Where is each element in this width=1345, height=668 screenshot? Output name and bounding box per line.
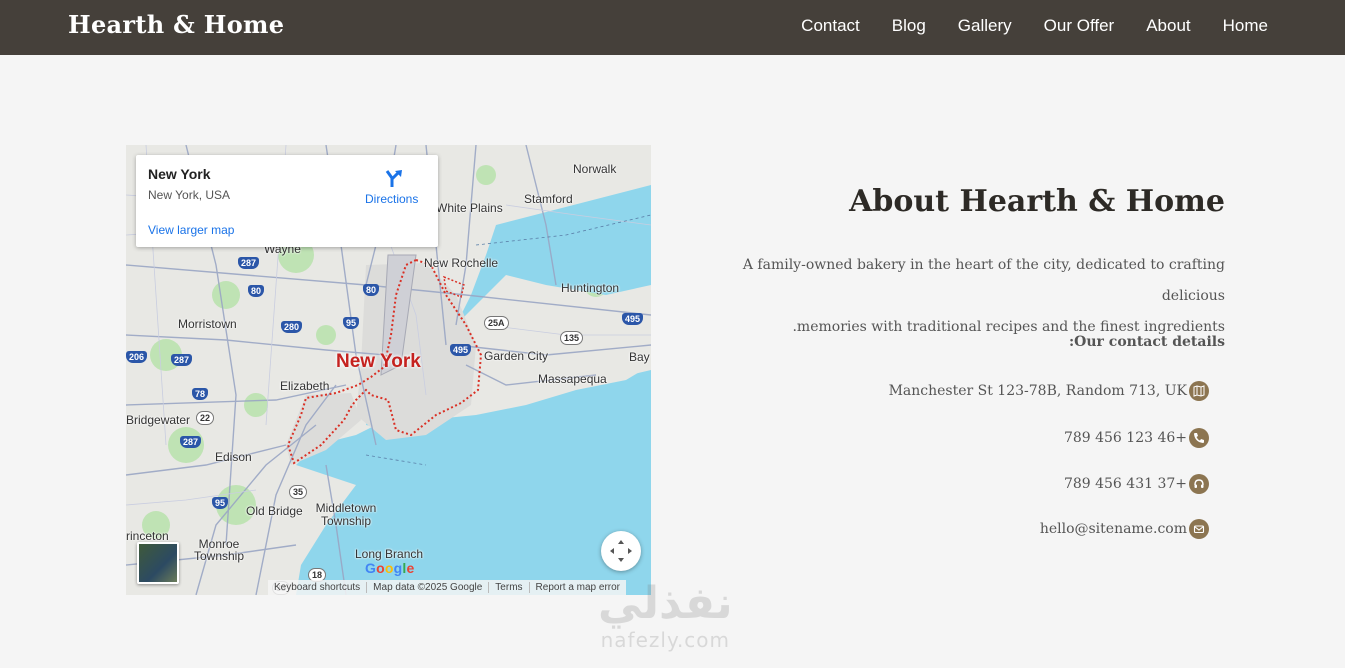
support-phone-text[interactable]: 789 456 431 37+ xyxy=(1064,476,1187,492)
about-description: A family-owned bakery in the heart of th… xyxy=(705,250,1225,343)
directions-icon[interactable] xyxy=(384,167,406,189)
map-place-label: Middletown Township xyxy=(315,501,377,528)
route-shield: 280 xyxy=(281,321,303,333)
view-larger-map-link[interactable]: View larger map xyxy=(148,223,234,237)
email-text[interactable]: hello@sitename.com xyxy=(1040,521,1187,537)
nav-link-home[interactable]: Home xyxy=(1223,16,1268,36)
nav-link-gallery[interactable]: Gallery xyxy=(958,16,1012,36)
google-logo: Google xyxy=(365,560,415,576)
map-attribution-bar: Keyboard shortcuts Map data ©2025 Google… xyxy=(268,580,627,595)
map-place-label: Massapequa xyxy=(538,372,607,386)
map-place-label: New Rochelle xyxy=(424,256,499,270)
map-place-label: Huntington xyxy=(561,281,620,295)
contact-support: 789 456 431 37+ xyxy=(1064,474,1209,494)
contact-address: Manchester St 123-78B, Random 713, UK xyxy=(889,381,1209,401)
report-error-link[interactable]: Report a map error xyxy=(528,582,626,593)
recenter-button[interactable] xyxy=(601,531,641,571)
map-place-label: Monroe Township xyxy=(193,537,245,563)
move-arrows-icon xyxy=(610,540,632,562)
map-info-card: New York New York, USA View larger map D… xyxy=(136,155,438,247)
navbar: Hearth & Home Contact Blog Gallery Our O… xyxy=(0,0,1345,55)
nav-link-about[interactable]: About xyxy=(1146,16,1190,36)
contact-email: hello@sitename.com xyxy=(1040,519,1209,539)
route-shield: 35 xyxy=(289,485,308,499)
route-shield: 495 xyxy=(622,313,644,325)
map-place-label: Norwalk xyxy=(573,162,617,176)
route-shield: 495 xyxy=(450,344,472,356)
map-place-label: Bridgewater xyxy=(126,413,191,427)
phone-text[interactable]: 789 456 123 46+ xyxy=(1064,430,1187,446)
main-nav: Contact Blog Gallery Our Offer About Hom… xyxy=(801,16,1268,36)
map-place-label: Edison xyxy=(215,450,252,464)
route-shield: 287 xyxy=(171,354,193,366)
about-title: About Hearth & Home xyxy=(849,184,1225,219)
map-city-label: New York xyxy=(336,351,421,372)
map-place-label: rinceton xyxy=(126,529,169,543)
nav-link-blog[interactable]: Blog xyxy=(892,16,926,36)
headset-icon xyxy=(1189,474,1209,494)
contact-heading: :Our contact details xyxy=(1069,334,1225,350)
envelope-icon xyxy=(1189,519,1209,539)
map-place-label: Garden City xyxy=(484,349,549,363)
description-line: A family-owned bakery in the heart of th… xyxy=(742,257,1225,304)
route-shield: 95 xyxy=(343,317,360,329)
map-data-credit: Map data ©2025 Google xyxy=(366,582,488,593)
route-shield: 287 xyxy=(180,436,202,448)
route-shield: 135 xyxy=(560,331,584,345)
keyboard-shortcuts-link[interactable]: Keyboard shortcuts xyxy=(268,582,366,593)
nav-link-contact[interactable]: Contact xyxy=(801,16,860,36)
phone-icon xyxy=(1189,428,1209,448)
route-shield: 287 xyxy=(238,257,260,269)
contact-phone: 789 456 123 46+ xyxy=(1064,428,1209,448)
place-address: New York, USA xyxy=(148,188,231,202)
route-shield: 22 xyxy=(196,411,215,425)
satellite-toggle[interactable] xyxy=(137,542,179,584)
watermark-latin: nafezly.com xyxy=(600,628,731,652)
route-shield: 206 xyxy=(126,351,148,363)
map-icon xyxy=(1189,381,1209,401)
map-place-label: Morristown xyxy=(178,317,237,331)
map-place-label: Bay xyxy=(629,350,650,364)
terms-link[interactable]: Terms xyxy=(488,582,528,593)
route-shield: 80 xyxy=(248,285,265,297)
map-place-label: Long Branch xyxy=(355,547,424,561)
map-place-label: Stamford xyxy=(524,192,573,206)
route-shield: 80 xyxy=(363,284,380,296)
place-title: New York xyxy=(148,166,211,182)
address-text: Manchester St 123-78B, Random 713, UK xyxy=(888,383,1187,399)
route-shield: 25A xyxy=(484,316,509,330)
map-place-label: White Plains xyxy=(436,201,503,215)
map-place-label: Old Bridge xyxy=(246,504,303,518)
directions-label[interactable]: Directions xyxy=(365,192,418,206)
embedded-map[interactable]: Norwalk White Plains Stamford Wayne New … xyxy=(126,145,651,595)
nav-link-our-offer[interactable]: Our Offer xyxy=(1044,16,1115,36)
brand-logo[interactable]: Hearth & Home xyxy=(68,10,284,39)
route-shield: 95 xyxy=(212,497,229,509)
route-shield: 78 xyxy=(192,388,209,400)
map-place-label: Elizabeth xyxy=(280,379,330,393)
